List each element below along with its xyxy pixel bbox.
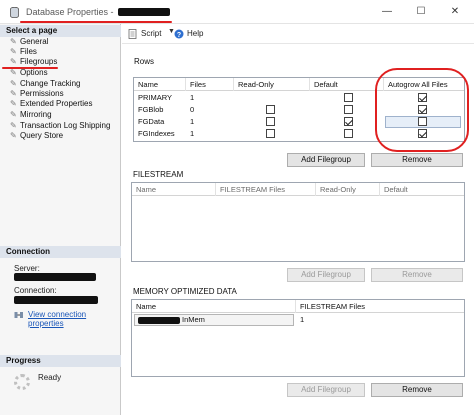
filegroup-files: 0 [190, 105, 195, 114]
svg-text:?: ? [177, 32, 181, 39]
read-only-checkbox[interactable] [266, 129, 275, 138]
page-mirroring[interactable]: ✎ Mirroring [10, 110, 52, 120]
toolbar: Script ▼ ? Help [122, 24, 474, 44]
memory-add-filegroup-button[interactable]: Add Filegroup [287, 383, 365, 397]
redacted-connection-name [14, 296, 98, 304]
filegroup-files: 1 [300, 315, 305, 324]
page-query-store[interactable]: ✎ Query Store [10, 131, 63, 141]
connection-properties-icon [14, 312, 23, 318]
page-general[interactable]: ✎ General [10, 37, 48, 47]
column-header-filestream-files[interactable]: FILESTREAM Files [216, 183, 316, 196]
filegroup-files: 1 [190, 129, 195, 138]
minimize-button[interactable]: — [378, 4, 396, 20]
wrench-icon: ✎ [10, 89, 17, 98]
annotation-underline [20, 21, 172, 23]
memory-remove-button[interactable]: Remove [371, 383, 463, 397]
memory-optimized-section-label: MEMORY OPTIMIZED DATA [133, 287, 237, 296]
connection-label: Connection: [14, 286, 57, 295]
redacted-server-name [14, 273, 96, 281]
rows-remove-button[interactable]: Remove [371, 153, 463, 167]
table-row[interactable]: InMem 1 [132, 314, 464, 326]
title-bar: Database Properties - — ☐ ✕ [0, 0, 474, 24]
progress-header: Progress [0, 355, 121, 367]
server-label: Server: [14, 264, 40, 273]
column-header-filestream-files[interactable]: FILESTREAM Files [296, 300, 464, 313]
progress-spinner-icon [14, 374, 30, 390]
filegroup-name: FGData [138, 117, 165, 126]
filegroup-name-suffix: InMem [182, 315, 205, 324]
filegroup-files: 1 [190, 93, 195, 102]
help-label: Help [187, 29, 204, 38]
rows-add-filegroup-button[interactable]: Add Filegroup [287, 153, 365, 167]
page-files[interactable]: ✎ Files [10, 47, 37, 57]
filegroup-name: FGBlob [138, 105, 164, 114]
filestream-grid[interactable]: Name FILESTREAM Files Read-Only Default [131, 182, 465, 262]
annotation-circle [375, 68, 469, 152]
grid-header: Name FILESTREAM Files Read-Only Default [132, 183, 464, 196]
column-header-read-only[interactable]: Read-Only [316, 183, 380, 196]
redacted-filegroup-name [138, 317, 180, 324]
page-change-tracking[interactable]: ✎ Change Tracking [10, 79, 80, 89]
connection-header: Connection [0, 246, 121, 258]
page-permissions[interactable]: ✎ Permissions [10, 89, 64, 99]
page-transaction-log-shipping[interactable]: ✎ Transaction Log Shipping [10, 121, 110, 131]
wrench-icon: ✎ [10, 57, 17, 66]
page-filegroups[interactable]: ✎ Filegroups [10, 57, 57, 67]
wrench-icon: ✎ [10, 37, 17, 46]
filegroup-files: 1 [190, 117, 195, 126]
grid-header: Name FILESTREAM Files [132, 300, 464, 313]
column-header-default[interactable]: Default [380, 183, 464, 196]
close-button[interactable]: ✕ [446, 4, 464, 20]
filestream-add-filegroup-button[interactable]: Add Filegroup [287, 268, 365, 282]
rows-section-label: Rows [134, 57, 155, 66]
column-header-name[interactable]: Name [132, 300, 296, 313]
script-label: Script [141, 29, 162, 38]
wrench-icon: ✎ [10, 79, 17, 88]
wrench-icon: ✎ [10, 47, 17, 56]
view-connection-properties-link[interactable]: View connection properties [28, 310, 120, 328]
column-header-name[interactable]: Name [134, 78, 186, 91]
default-checkbox[interactable] [344, 129, 353, 138]
progress-status: Ready [38, 373, 62, 382]
default-checkbox[interactable] [344, 117, 353, 126]
column-header-read-only[interactable]: Read-Only [234, 78, 310, 91]
column-header-default[interactable]: Default [310, 78, 384, 91]
wrench-icon: ✎ [10, 121, 17, 130]
wrench-icon: ✎ [10, 68, 17, 77]
default-checkbox[interactable] [344, 105, 353, 114]
database-icon [10, 7, 19, 18]
wrench-icon: ✎ [10, 131, 17, 140]
page-options[interactable]: ✎ Options [10, 68, 48, 78]
script-icon [128, 29, 137, 39]
wrench-icon: ✎ [10, 110, 17, 119]
maximize-button[interactable]: ☐ [412, 4, 430, 20]
wrench-icon: ✎ [10, 99, 17, 108]
column-header-files[interactable]: Files [186, 78, 234, 91]
filegroup-name: FGIndexes [138, 129, 175, 138]
left-pane: Select a page ✎ General ✎ Files ✎ Filegroup… [0, 24, 121, 415]
read-only-checkbox[interactable] [266, 105, 275, 114]
memory-optimized-grid[interactable]: Name FILESTREAM Files InMem 1 [131, 299, 465, 377]
select-page-header: Select a page [0, 25, 121, 37]
help-icon: ? [174, 29, 184, 39]
read-only-checkbox[interactable] [266, 117, 275, 126]
window-title: Database Properties - [26, 7, 114, 17]
redacted-database-name [118, 8, 170, 16]
filestream-section-label: FILESTREAM [133, 170, 184, 179]
filestream-remove-button[interactable]: Remove [371, 268, 463, 282]
column-header-name[interactable]: Name [132, 183, 216, 196]
default-checkbox[interactable] [344, 93, 353, 102]
page-extended-properties[interactable]: ✎ Extended Properties [10, 99, 93, 109]
filegroup-name: PRIMARY [138, 93, 173, 102]
